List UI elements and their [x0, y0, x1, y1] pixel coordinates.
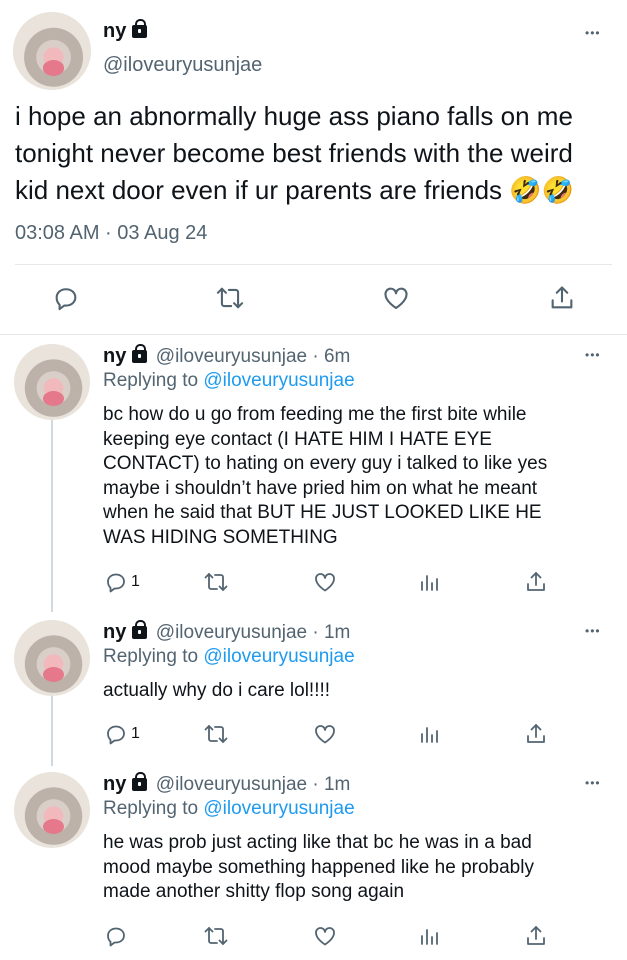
analytics-icon[interactable] [418, 924, 442, 948]
reply-text-line: bc how do u go from feeding me the first… [103, 404, 527, 425]
retweet-icon[interactable] [203, 722, 229, 746]
replying-to: Replying to @iloveuryusunjae [103, 370, 355, 392]
reply-text-line: when he said that BUT HE JUST LOOKED LIK… [103, 502, 542, 523]
reply-text-line: made another shitty flop song again [103, 881, 405, 902]
tweet-text-line: kid next door even if ur parents are fri… [15, 175, 575, 205]
avatar[interactable] [14, 772, 90, 848]
replying-to: Replying to @iloveuryusunjae [103, 646, 355, 668]
like-icon[interactable] [382, 284, 410, 312]
divider [15, 264, 612, 265]
analytics-icon[interactable] [418, 570, 442, 594]
replying-to-link[interactable]: @iloveuryusunjae [203, 646, 354, 667]
share-icon[interactable] [548, 284, 576, 312]
tweet-text: i hope an abnormally huge ass piano fall… [15, 98, 621, 209]
reply-icon[interactable] [104, 924, 128, 948]
tweet-text-line: tonight never become best friends with t… [15, 138, 573, 168]
lock-icon [132, 620, 148, 639]
reply-text-line: keeping eye contact (I HATE HIM I HATE E… [103, 428, 492, 450]
replying-to: Replying to @iloveuryusunjae [103, 798, 355, 820]
author-name[interactable]: ny [103, 20, 126, 42]
author-handle[interactable]: @iloveuryusunjae [103, 54, 262, 77]
replying-to-link[interactable]: @iloveuryusunjae [203, 798, 354, 819]
lock-icon [132, 344, 148, 363]
thread-line [51, 696, 53, 766]
reply-text-line: actually why do i care lol!!!! [103, 680, 331, 701]
replying-to-label: Replying to [103, 798, 204, 819]
reply-text-line: CONTACT) to hating on every guy i talked… [103, 453, 548, 474]
reply-count: 1 [131, 573, 140, 590]
more-options-icon[interactable]: ••• [585, 26, 601, 40]
author-handle-time[interactable]: @iloveuryusunjae · 6m [156, 346, 351, 367]
replying-to-label: Replying to [103, 370, 204, 391]
lock-icon [132, 772, 148, 791]
reply-header: ny @iloveuryusunjae · 1m [103, 620, 351, 644]
reply-text-line: WAS HIDING SOMETHING [103, 526, 338, 548]
replying-to-label: Replying to [103, 646, 204, 667]
avatar[interactable] [14, 620, 90, 696]
like-icon[interactable] [313, 924, 337, 948]
like-icon[interactable] [313, 570, 337, 594]
tweet-timestamp[interactable]: 03:08 AM · 03 Aug 24 [15, 222, 207, 245]
reply-text-line: mood maybe something happened like he pr… [103, 856, 534, 878]
divider [0, 334, 627, 335]
retweet-icon[interactable] [203, 570, 229, 594]
author-name[interactable]: ny [103, 773, 126, 795]
author-name-row: ny [103, 19, 148, 43]
more-options-icon[interactable]: ••• [585, 624, 601, 638]
like-icon[interactable] [313, 722, 337, 746]
reply-text-line: maybe i shouldn’t have pried him on what… [103, 477, 538, 499]
reply-icon[interactable] [104, 722, 128, 746]
avatar[interactable] [14, 344, 90, 420]
reply-icon[interactable] [52, 284, 80, 312]
avatar[interactable] [13, 12, 91, 90]
tweet-text-line: i hope an abnormally huge ass piano fall… [15, 101, 573, 131]
analytics-icon[interactable] [418, 722, 442, 746]
retweet-icon[interactable] [203, 924, 229, 948]
share-icon[interactable] [524, 570, 548, 594]
reply-icon[interactable] [104, 570, 128, 594]
reply-text: actually why do i care lol!!!! [103, 679, 618, 704]
reply-text-line: he was prob just acting like that bc he … [103, 832, 532, 853]
author-name[interactable]: ny [103, 621, 126, 643]
author-name[interactable]: ny [103, 345, 126, 367]
more-options-icon[interactable]: ••• [585, 348, 601, 362]
reply-header: ny @iloveuryusunjae · 6m [103, 344, 351, 368]
share-icon[interactable] [524, 722, 548, 746]
reply-header: ny @iloveuryusunjae · 1m [103, 772, 351, 796]
more-options-icon[interactable]: ••• [585, 776, 601, 790]
reply-text: he was prob just acting like that bc he … [103, 831, 618, 905]
author-handle-time[interactable]: @iloveuryusunjae · 1m [156, 774, 351, 795]
share-icon[interactable] [524, 924, 548, 948]
lock-icon [132, 19, 148, 38]
reply-text: bc how do u go from feeding me the first… [103, 403, 618, 550]
reply-count: 1 [131, 725, 140, 742]
retweet-icon[interactable] [215, 284, 245, 312]
thread-line [51, 420, 53, 612]
replying-to-link[interactable]: @iloveuryusunjae [203, 370, 354, 391]
author-handle-time[interactable]: @iloveuryusunjae · 1m [156, 622, 351, 643]
